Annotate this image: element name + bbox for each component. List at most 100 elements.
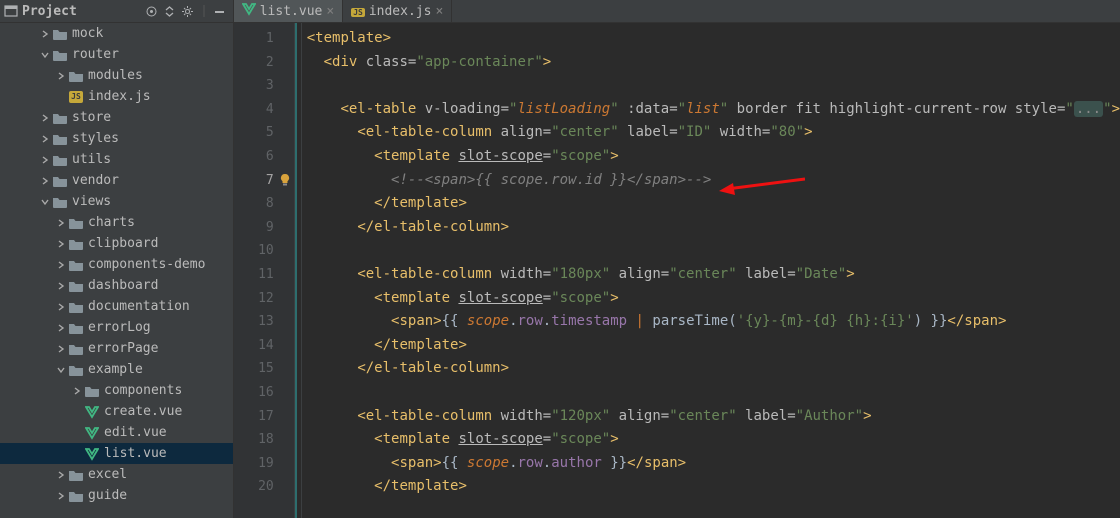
tree-arrow-icon[interactable] (56, 366, 66, 374)
tree-item-label: components-demo (88, 257, 205, 272)
folder-icon (68, 215, 84, 231)
line-number[interactable]: 5 (234, 121, 294, 145)
tree-item-label: excel (88, 467, 127, 482)
tree-item-label: errorPage (88, 341, 158, 356)
line-number[interactable]: 3 (234, 74, 294, 98)
tree-arrow-icon[interactable] (40, 135, 50, 143)
folder-icon (52, 47, 68, 63)
target-icon[interactable] (143, 2, 161, 20)
tree-item-label: list.vue (104, 446, 167, 461)
folder-icon (52, 152, 68, 168)
editor-tabs: list.vue×JSindex.js× (234, 0, 1120, 23)
line-number[interactable]: 16 (234, 381, 294, 405)
tree-item[interactable]: router (0, 44, 233, 65)
hide-icon[interactable] (211, 2, 229, 20)
line-number[interactable]: 12 (234, 287, 294, 311)
line-number[interactable]: 15 (234, 357, 294, 381)
tree-item-label: errorLog (88, 320, 151, 335)
tree-item[interactable]: documentation (0, 296, 233, 317)
tree-item[interactable]: views (0, 191, 233, 212)
tree-arrow-icon[interactable] (40, 51, 50, 59)
tree-arrow-icon[interactable] (40, 198, 50, 206)
line-number[interactable]: 1 (234, 27, 294, 51)
tree-item[interactable]: excel (0, 464, 233, 485)
tree-item[interactable]: dashboard (0, 275, 233, 296)
line-number[interactable]: 6 (234, 145, 294, 169)
tree-item[interactable]: styles (0, 128, 233, 149)
editor-tab[interactable]: JSindex.js× (343, 0, 452, 22)
tree-item[interactable]: JSindex.js (0, 86, 233, 107)
line-number[interactable]: 14 (234, 334, 294, 358)
line-number[interactable]: 10 (234, 239, 294, 263)
tree-arrow-icon[interactable] (72, 387, 82, 395)
tree-arrow-icon[interactable] (40, 177, 50, 185)
tree-item[interactable]: components (0, 380, 233, 401)
vue-icon (84, 425, 100, 441)
tree-item-label: vendor (72, 173, 119, 188)
folder-icon (52, 173, 68, 189)
js-icon: JS (351, 4, 365, 19)
tree-item[interactable]: guide (0, 485, 233, 506)
tree-item[interactable]: errorLog (0, 317, 233, 338)
tree-item-selected[interactable]: list.vue (0, 443, 233, 464)
folder-icon (68, 257, 84, 273)
line-number[interactable]: 13 (234, 310, 294, 334)
tree-item-label: dashboard (88, 278, 158, 293)
folder-icon (68, 341, 84, 357)
line-number[interactable]: 2 (234, 51, 294, 75)
tree-item[interactable]: utils (0, 149, 233, 170)
tree-arrow-icon[interactable] (56, 240, 66, 248)
tree-item[interactable]: errorPage (0, 338, 233, 359)
line-number[interactable]: 9 (234, 216, 294, 240)
gear-icon[interactable] (179, 2, 197, 20)
tree-item[interactable]: clipboard (0, 233, 233, 254)
line-number[interactable]: 20 (234, 475, 294, 499)
vue-icon (84, 446, 100, 462)
tree-item-label: guide (88, 488, 127, 503)
line-number[interactable]: 11 (234, 263, 294, 287)
tree-arrow-icon[interactable] (40, 156, 50, 164)
tree-item-label: store (72, 110, 111, 125)
folder-icon (68, 299, 84, 315)
tree-arrow-icon[interactable] (56, 324, 66, 332)
tree-arrow-icon[interactable] (56, 282, 66, 290)
folder-icon (68, 278, 84, 294)
tree-arrow-icon[interactable] (56, 261, 66, 269)
line-number[interactable]: 4 (234, 98, 294, 122)
tab-label: list.vue (260, 4, 323, 19)
project-tree[interactable]: mockroutermodulesJSindex.js store stylesut… (0, 23, 233, 518)
tree-item[interactable]: components-demo (0, 254, 233, 275)
tree-arrow-icon[interactable] (40, 30, 50, 38)
sidebar-title: Project (22, 4, 143, 19)
line-number[interactable]: 17 (234, 405, 294, 429)
tree-arrow-icon[interactable] (56, 345, 66, 353)
tree-arrow-icon[interactable] (56, 72, 66, 80)
folder-icon (84, 383, 100, 399)
tree-item[interactable]: example (0, 359, 233, 380)
tree-item[interactable]: charts (0, 212, 233, 233)
close-icon[interactable]: × (326, 4, 334, 19)
collapse-icon[interactable] (161, 2, 179, 20)
tree-arrow-icon[interactable] (40, 114, 50, 122)
tree-item[interactable]: edit.vue (0, 422, 233, 443)
tree-arrow-icon[interactable] (56, 303, 66, 311)
tree-item-label: charts (88, 215, 135, 230)
line-number[interactable]: 19 (234, 452, 294, 476)
tree-item[interactable]: vendor (0, 170, 233, 191)
editor-pane: list.vue×JSindex.js× 1234567891011121314… (234, 0, 1120, 518)
tree-item[interactable]: store (0, 107, 233, 128)
line-number[interactable]: 18 (234, 428, 294, 452)
tree-item[interactable]: modules (0, 65, 233, 86)
code-text[interactable]: <template> <div class="app-container"> <… (295, 23, 1120, 518)
tree-item[interactable]: mock (0, 23, 233, 44)
close-icon[interactable]: × (435, 4, 443, 19)
tree-arrow-icon[interactable] (56, 492, 66, 500)
intention-bulb-icon[interactable] (278, 173, 292, 187)
gutter[interactable]: 1234567891011121314151617181920 (234, 23, 295, 518)
tree-arrow-icon[interactable] (56, 219, 66, 227)
editor-tab[interactable]: list.vue× (234, 0, 343, 22)
folder-icon (68, 320, 84, 336)
line-number[interactable]: 8 (234, 192, 294, 216)
tree-item[interactable]: create.vue (0, 401, 233, 422)
tree-arrow-icon[interactable] (56, 471, 66, 479)
